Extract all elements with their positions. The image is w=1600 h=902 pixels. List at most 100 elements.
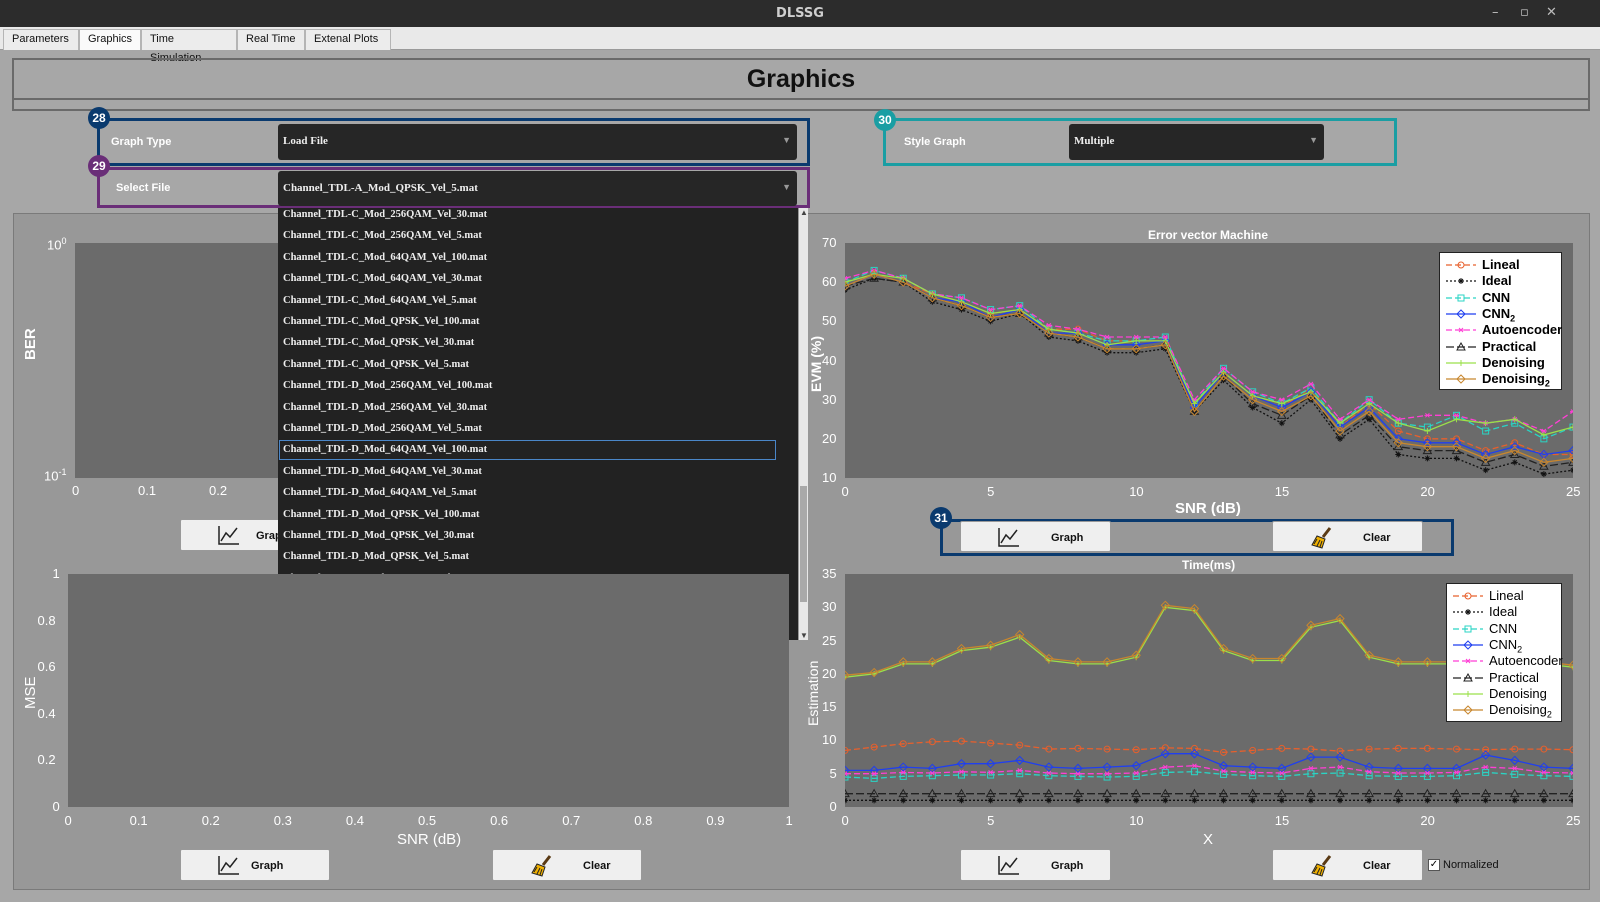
- file-list-item[interactable]: Channel_TDL-C_Mod_64QAM_Vel_30.mat: [279, 269, 776, 289]
- file-list-item[interactable]: Channel_TDL-D_Mod_64QAM_Vel_5.mat: [279, 483, 776, 503]
- legend-swatch: [1453, 690, 1483, 697]
- data-point: [1465, 690, 1471, 697]
- mse-xtick: 0.4: [345, 813, 364, 828]
- file-list-item[interactable]: Channel_TDL-C_Mod_256QAM_Vel_5.mat: [279, 226, 776, 246]
- file-list-item[interactable]: Channel_TDL-C_Mod_QPSK_Vel_30.mat: [279, 333, 776, 353]
- evm-clear-button[interactable]: Clear: [1272, 521, 1423, 552]
- file-list-item[interactable]: Channel_TDL-C_Mod_QPSK_Vel_5.mat: [279, 355, 776, 375]
- evm-title: Error vector Machine: [1148, 228, 1269, 242]
- legend-name: Denoising: [1482, 371, 1545, 387]
- legend-label: Autoencoder: [1482, 322, 1562, 337]
- legend-label: Denoising2: [1489, 702, 1552, 720]
- minimize-icon[interactable]: –: [1492, 5, 1499, 20]
- window-title: DLSSG: [776, 6, 824, 21]
- legend-swatch: [1453, 625, 1483, 633]
- evm-xtick: 25: [1566, 484, 1581, 499]
- graph-type-dropdown[interactable]: Load File ▼: [278, 124, 797, 160]
- time-ytick: 15: [822, 699, 837, 715]
- time-ytick: 25: [822, 632, 837, 648]
- style-graph-value: Multiple: [1074, 135, 1115, 147]
- file-list-item[interactable]: Channel_TDL-C_Mod_QPSK_Vel_100.mat: [279, 312, 776, 332]
- data-point: [1465, 609, 1471, 616]
- mse-xtick: 0.3: [273, 813, 292, 828]
- legend-name: Autoencoder: [1482, 322, 1563, 338]
- file-list-item[interactable]: Channel_TDL-D_Mod_QPSK_Vel_100.mat: [279, 505, 776, 525]
- evm-graph-button[interactable]: Graph: [960, 521, 1111, 552]
- tab-extenal-plots[interactable]: Extenal Plots: [305, 29, 391, 50]
- scroll-down-icon[interactable]: ▼: [800, 631, 808, 640]
- mse-clear-button[interactable]: Clear: [492, 849, 642, 881]
- file-list-item[interactable]: Channel_TDL-D_Mod_256QAM_Vel_100.mat: [279, 376, 776, 396]
- time-title: Time(ms): [1182, 558, 1236, 572]
- evm-ytick: 60: [822, 274, 837, 290]
- broom-icon: [530, 855, 556, 880]
- time-clear-button[interactable]: Clear: [1272, 849, 1423, 881]
- file-list-item[interactable]: Channel_TDL-D_Mod_QPSK_Vel_30.mat: [279, 526, 776, 546]
- ber-ytick-bottom: 10-1: [44, 467, 67, 484]
- legend-swatch: [1446, 341, 1476, 350]
- legend-swatch: [1453, 705, 1483, 715]
- ber-ylabel: BER: [22, 328, 39, 360]
- mse-ytick: 1: [52, 566, 60, 581]
- ber-xtick: 0.1: [138, 483, 157, 498]
- legend-label: CNN2: [1482, 306, 1515, 324]
- time-graph-label: Graph: [1051, 860, 1084, 872]
- tab-bar: Parameters Graphics Time Simulation Real…: [0, 27, 1600, 64]
- select-file-dropdown[interactable]: Channel_TDL-A_Mod_QPSK_Vel_5.mat ▼: [278, 171, 797, 206]
- mse-xlabel: SNR (dB): [397, 831, 462, 848]
- select-file-value: Channel_TDL-A_Mod_QPSK_Vel_5.mat: [283, 182, 478, 194]
- file-list-item[interactable]: Channel_TDL-C_Mod_64QAM_Vel_100.mat: [279, 248, 776, 268]
- scroll-up-icon[interactable]: ▲: [800, 208, 808, 217]
- file-list-item[interactable]: Channel_TDL-D_Mod_64QAM_Vel_30.mat: [279, 462, 776, 482]
- chevron-down-icon: ▼: [782, 182, 791, 192]
- header-divider: [14, 98, 1588, 100]
- legend-swatch: [1446, 294, 1476, 302]
- time-clear-label: Clear: [1363, 860, 1391, 872]
- legend-swatch: [1453, 609, 1483, 616]
- mse-xtick: 0.2: [201, 813, 220, 828]
- legend-name: Denoising: [1489, 702, 1547, 718]
- file-list-item[interactable]: Channel_TDL-C_Mod_64QAM_Vel_5.mat: [279, 291, 776, 311]
- tab-graphics[interactable]: Graphics: [79, 29, 141, 50]
- line-chart-icon: [998, 527, 1020, 550]
- evm-ytick: 10: [822, 470, 837, 485]
- legend-label: Lineal: [1482, 257, 1520, 272]
- file-list-item[interactable]: Channel_TDL-D_Mod_256QAM_Vel_30.mat: [279, 398, 776, 418]
- legend-swatch: [1453, 592, 1483, 600]
- time-xtick: 25: [1566, 813, 1581, 828]
- mse-xtick: 0.1: [129, 813, 148, 828]
- scrollbar-thumb[interactable]: [800, 486, 807, 602]
- mse-graph-button[interactable]: Graph: [180, 849, 330, 881]
- file-list-item[interactable]: Channel_TDL-C_Mod_256QAM_Vel_30.mat: [279, 208, 776, 225]
- legend-name: Practical: [1482, 338, 1537, 354]
- tab-parameters[interactable]: Parameters: [3, 29, 79, 50]
- select-file-label: Select File: [116, 182, 171, 194]
- legend-name: Practical: [1489, 669, 1539, 685]
- legend-label: Ideal: [1489, 604, 1517, 619]
- legend-swatch: [1446, 261, 1476, 269]
- file-list-item[interactable]: Channel_TDL-D_Mod_QPSK_Vel_5.mat: [279, 547, 776, 567]
- legend-name: Ideal: [1482, 273, 1512, 289]
- legend-name: Autoencoder: [1489, 653, 1563, 669]
- normalized-checkbox[interactable]: ✓: [1428, 859, 1440, 871]
- legend-name: Ideal: [1489, 604, 1518, 620]
- evm-legend: Lineal Ideal CNN CNN2 Autoencoder Practical De…: [1439, 252, 1562, 390]
- file-list-item[interactable]: Channel_TDL-D_Mod_64QAM_Vel_100.mat: [279, 440, 776, 461]
- mse-xtick: 0.5: [418, 813, 437, 828]
- file-list-item[interactable]: Channel_TDL-D_Mod_256QAM_Vel_5.mat: [279, 419, 776, 439]
- time-ytick: 20: [822, 665, 837, 681]
- maximize-icon[interactable]: ▫: [1520, 5, 1529, 20]
- time-graph-button[interactable]: Graph: [960, 849, 1111, 881]
- tab-real-time[interactable]: Real Time: [237, 29, 305, 50]
- normalized-label: Normalized: [1443, 859, 1499, 871]
- mse-xtick: 0.9: [706, 813, 725, 828]
- close-icon[interactable]: ✕: [1546, 5, 1557, 20]
- tab-time-simulation[interactable]: Time Simulation: [141, 29, 237, 64]
- chevron-down-icon: ▼: [782, 135, 791, 145]
- mse-plot-area: [68, 574, 789, 807]
- legend-label: CNN2: [1489, 637, 1522, 655]
- data-point: [1458, 327, 1464, 333]
- style-graph-dropdown[interactable]: Multiple ▼: [1069, 124, 1324, 160]
- evm-ytick: 40: [822, 352, 837, 368]
- file-list-scrollbar[interactable]: ▲ ▼: [798, 208, 808, 640]
